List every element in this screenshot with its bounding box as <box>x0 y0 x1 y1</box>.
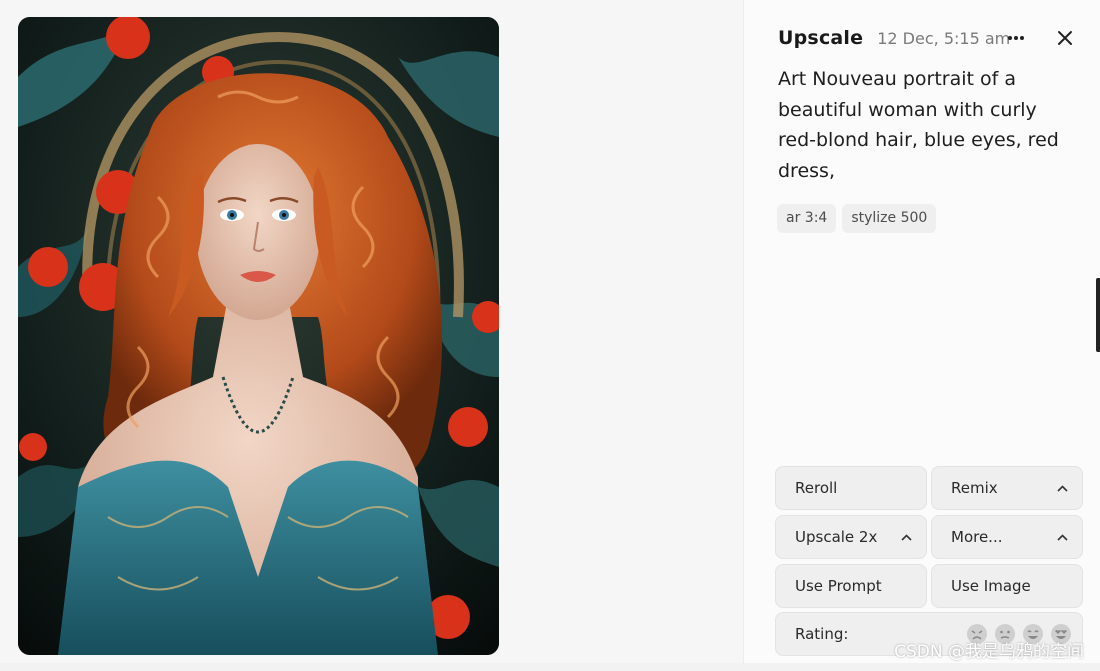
param-chip-stylize[interactable]: stylize 500 <box>842 204 937 233</box>
prompt-text: Art Nouveau portrait of a beautiful woma… <box>778 68 1059 182</box>
param-chip-aspect-ratio[interactable]: ar 3:4 <box>777 204 837 233</box>
upscale-label: Upscale 2x <box>795 528 878 546</box>
timestamp: 12 Dec, 5:15 am <box>877 28 1011 48</box>
watermark-text: CSDN @我是乌鸦的空间 <box>894 642 1084 662</box>
bottom-divider <box>0 663 1100 671</box>
use-prompt-label: Use Prompt <box>795 577 882 595</box>
upscale-2x-button[interactable]: Upscale 2x <box>775 515 927 559</box>
use-image-label: Use Image <box>951 577 1031 595</box>
details-header: Upscale 12 Dec, 5:15 am <box>778 24 1080 52</box>
remix-label: Remix <box>951 479 998 497</box>
more-horizontal-icon[interactable] <box>1004 26 1028 50</box>
parameter-chips: ar 3:4 stylize 500 <box>777 204 937 233</box>
page-title: Upscale <box>778 27 864 49</box>
reroll-button[interactable]: Reroll <box>775 466 927 510</box>
use-image-button[interactable]: Use Image <box>931 564 1083 608</box>
chevron-up-icon <box>1056 482 1068 494</box>
reroll-label: Reroll <box>795 479 838 497</box>
more-button[interactable]: More... <box>931 515 1083 559</box>
portrait-artwork <box>18 17 499 655</box>
details-panel: Upscale 12 Dec, 5:15 am Art Nouveau port… <box>743 0 1100 671</box>
image-viewer <box>0 0 743 671</box>
use-prompt-button[interactable]: Use Prompt <box>775 564 927 608</box>
panel-edge-handle[interactable] <box>1096 278 1100 352</box>
chevron-up-icon <box>1056 531 1068 543</box>
generated-image[interactable] <box>18 17 499 655</box>
more-label: More... <box>951 528 1003 546</box>
close-icon[interactable] <box>1052 25 1078 51</box>
remix-button[interactable]: Remix <box>931 466 1083 510</box>
chevron-up-icon <box>900 531 912 543</box>
